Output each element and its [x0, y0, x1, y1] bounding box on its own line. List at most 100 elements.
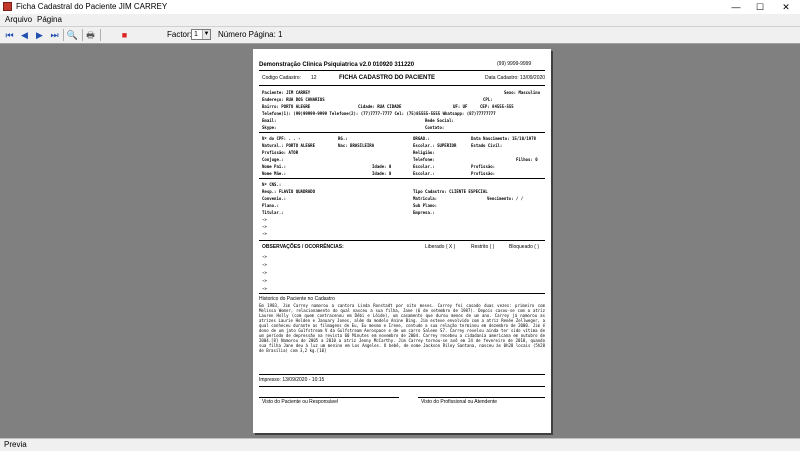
- field-natural: Natural.: PORTO ALEGRE: [262, 143, 315, 148]
- page-number-label: Número Página: 1: [218, 30, 283, 39]
- clinic-phone: (99) 9999-9999: [497, 61, 532, 67]
- field-orgao: ORGAO.:: [413, 136, 430, 141]
- close-button[interactable]: ✕: [772, 0, 800, 14]
- divider: [259, 293, 545, 294]
- field-cpl: CPL:: [483, 97, 493, 102]
- field-rg: RG.:: [338, 136, 348, 141]
- status-bar: Previa: [0, 438, 800, 451]
- code-label: Codigo Cadastro:: [262, 75, 301, 81]
- clinic-name: Demonstração Clinica Psiquiatrica v2.0 0…: [259, 62, 415, 68]
- printed-at: Impresso: 13/09/2020 - 10:15: [259, 377, 325, 383]
- field-nascimento: Data Nascimento: 15/10/1978: [471, 136, 537, 141]
- register-date: Data Cadastro: 13/09/2020: [485, 75, 546, 81]
- field-matricula: Matricula:: [413, 196, 438, 201]
- field-religiao: Religião:: [413, 150, 435, 155]
- signature-line-patient: [259, 397, 399, 398]
- divider: [259, 386, 545, 387]
- field-profissao-pai: Profissão:: [471, 164, 496, 169]
- divider: [259, 132, 545, 133]
- obs-line: ->: [262, 262, 267, 267]
- field-idade-mae: Idade: 0: [372, 171, 392, 176]
- next-page-icon[interactable]: ▶: [33, 29, 46, 41]
- status-restrito: Restrito ( ): [471, 244, 495, 250]
- status-text: Previa: [4, 440, 27, 449]
- toolbar-separator: [100, 29, 101, 41]
- field-conjuge: Conjuge.:: [262, 157, 284, 162]
- code-value: 12: [311, 75, 317, 81]
- field-plano: Plano.:: [262, 203, 279, 208]
- menu-pagina[interactable]: Página: [37, 15, 62, 24]
- field-email: Email:: [262, 118, 277, 123]
- obs-line: ->: [262, 286, 267, 291]
- field-vencimento: Vencimento: / /: [487, 196, 524, 201]
- field-nacionalidade: Nac: BRASILEIRA: [338, 143, 375, 148]
- field-sexo: Sexo: Masculino: [504, 90, 541, 95]
- obs-line: ->: [262, 254, 267, 259]
- title-bar: Ficha Cadastral do Paciente JIM CARREY —…: [0, 0, 800, 15]
- first-page-icon[interactable]: ⏮: [3, 29, 16, 41]
- observations-label: OBSERVAÇÕES / OCORRÊNCIAS:: [262, 244, 344, 250]
- prev-page-icon[interactable]: ◀: [18, 29, 31, 41]
- signature-patient: Visto do Paciente ou Responsável: [262, 399, 339, 405]
- print-icon[interactable]: 🖶: [84, 29, 97, 41]
- plan-line: ->: [262, 231, 267, 236]
- field-endereco: Endereço: RUA DOS CANARIOS: [262, 97, 325, 102]
- field-profissao-mae: Profissão:: [471, 171, 496, 176]
- field-cep: CEP: 84555-555: [480, 104, 514, 109]
- field-sub-plano: Sub Plano:: [413, 203, 438, 208]
- divider: [259, 70, 545, 71]
- divider: [259, 85, 545, 86]
- window-title: Ficha Cadastral do Paciente JIM CARREY: [16, 2, 168, 11]
- status-bloqueado: Bloqueado ( ): [509, 244, 540, 250]
- field-uf: UF: UF: [453, 104, 468, 109]
- field-responsavel: Resp.: FLAVIO QUADRADO: [262, 189, 315, 194]
- plan-line: ->: [262, 224, 267, 229]
- field-convenio: Convenio.:: [262, 196, 287, 201]
- field-nome-pai: Nome Pai.:: [262, 164, 287, 169]
- report-viewer[interactable]: Demonstração Clinica Psiquiatrica v2.0 0…: [0, 44, 800, 438]
- field-cpf: Nº do CPF: . . -: [262, 136, 301, 141]
- maximize-button[interactable]: ☐: [748, 0, 772, 14]
- zoom-icon[interactable]: 🔍: [66, 29, 79, 41]
- field-tipo-cadastro: Tipo Cadastro: CLIENTE ESPECIAL: [413, 189, 488, 194]
- divider: [259, 374, 545, 375]
- minimize-button[interactable]: —: [724, 0, 748, 14]
- factor-select[interactable]: 1 ▼: [191, 29, 211, 40]
- field-contato: Contato:: [425, 125, 445, 130]
- close-preview-icon[interactable]: ■: [118, 29, 131, 41]
- chevron-down-icon: ▼: [202, 30, 210, 39]
- field-profissao: Profissão: ATOR: [262, 150, 299, 155]
- last-page-icon[interactable]: ⏭: [48, 29, 61, 41]
- obs-line: ->: [262, 270, 267, 275]
- menu-bar: Arquivo Página: [0, 14, 800, 27]
- field-cns: Nº CNS.:: [262, 182, 282, 187]
- history-title: Historico do Paciente no Cadastro: [259, 296, 335, 302]
- app-icon: [3, 2, 12, 11]
- obs-line: ->: [262, 278, 267, 283]
- field-cidade: Cidade: RUA CIDADE: [358, 104, 402, 109]
- form-title: FICHA CADASTRO DO PACIENTE: [339, 75, 435, 81]
- field-nome-mae: Nome Mãe.:: [262, 171, 287, 176]
- factor-label: Factor:: [167, 30, 192, 39]
- field-titular: Titular.:: [262, 210, 284, 215]
- field-escolar-mae: Escolar.:: [413, 171, 435, 176]
- field-escolaridade: Escolar.: SUPERIOR: [413, 143, 457, 148]
- field-telefone: Telefone:: [413, 157, 435, 162]
- toolbar-separator: [82, 29, 83, 41]
- status-liberado: Liberado ( X ): [425, 244, 456, 250]
- report-page: Demonstração Clinica Psiquiatrica v2.0 0…: [253, 49, 551, 433]
- signature-professional: Visto do Profissional ou Atendente: [421, 399, 498, 405]
- field-bairro: Bairro: PORTO ALEGRE: [262, 104, 311, 109]
- field-telefones: Telefone(1): (99)99999-9999 Telefone(2):…: [262, 111, 496, 116]
- field-idade-pai: Idade: 0: [372, 164, 392, 169]
- field-empresa: Empresa.:: [413, 210, 435, 215]
- field-rede-social: Rede Social:: [425, 118, 454, 123]
- preview-toolbar: ⏮ ◀ ▶ ⏭ 🔍 🖶 ■ Factor: 1 ▼ Número Página:…: [0, 27, 800, 44]
- divider: [259, 240, 545, 241]
- toolbar-separator: [63, 29, 64, 41]
- signature-line-professional: [418, 397, 545, 398]
- field-estado-civil: Estado Civil:: [471, 143, 503, 148]
- divider: [259, 178, 545, 179]
- menu-arquivo[interactable]: Arquivo: [5, 15, 32, 24]
- field-filhos: Filhos: 0: [516, 157, 538, 162]
